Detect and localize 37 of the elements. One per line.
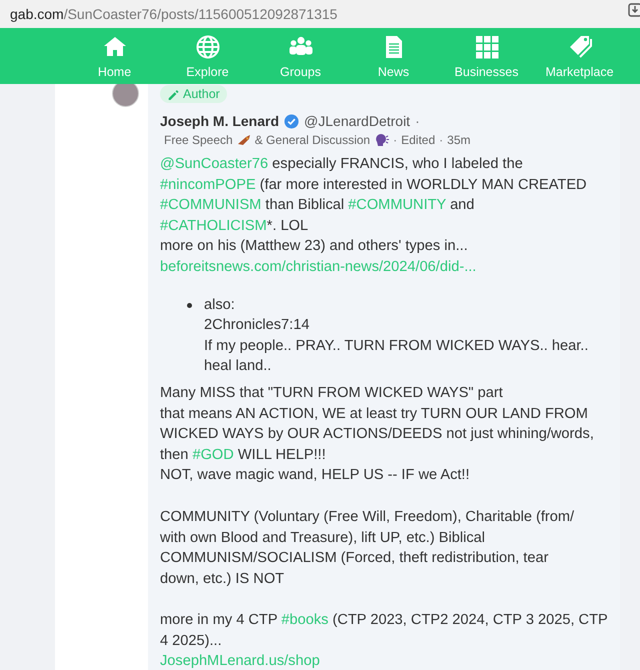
mention-link[interactable]: @SunCoaster76: [160, 156, 268, 172]
separator-dot: ·: [415, 113, 420, 129]
post-text: Many MISS that "TURN FROM WICKED WAYS" part that means AN ACTION, WE at least try TURN OUR LAND FROM WICKED WAYS by OUR ACTIONS/DEEDS not just whining/words, then #GOD WILL HELP!!! NOT, wave magic wand, HELP US -- IF we Act!!: [160, 384, 595, 486]
nav-link[interactable]: Home: [98, 64, 132, 78]
avatar: [112, 84, 139, 107]
speaking-head-icon: [374, 133, 390, 147]
list-item: also: 2Chronicles7:14 If my people.. PRAY.. TURN FROM WICKED WAYS.. hear.. heal land..: [204, 296, 588, 376]
post-text: @SunCoaster76 especially FRANCIS, who I labeled the #nincomPOPE (far more interested in WORLDLY MAN CREATED #COMMUNISM than Biblical #COMMUNITY and #CATHOLICISM*. LOL more on his (Matthew 23) and others' types in... beforeitsnews.com/christian-news/2024/06/did-...: [160, 155, 588, 277]
post-text: COMMUNITY (Voluntary (Free Will, Freedom), Charitable (from/ with own Blood and Treasure), lift UP, etc.) Biblical COMMUNISM/SOCIALISM (Forced, theft redistribution, tear down, etc.) IS NOT: [160, 508, 576, 589]
bullet-icon: [187, 302, 192, 308]
author-name[interactable]: Joseph M. Lenard: [160, 113, 280, 129]
edited-label: Edited: [401, 133, 436, 147]
url-link[interactable]: JosephMLenard.us/shop: [160, 653, 320, 670]
post-time[interactable]: 35m: [447, 133, 470, 147]
author-handle[interactable]: @JLenardDetroit: [304, 113, 410, 129]
hashtag-link[interactable]: #nincomPOPE: [160, 176, 256, 193]
separator-dot: ·: [439, 133, 444, 147]
globe-icon: [194, 34, 220, 60]
nav-link[interactable]: Marketplace: [545, 64, 614, 78]
group-name[interactable]: Free Speech: [164, 133, 233, 147]
grid-icon: [474, 34, 500, 60]
group-name[interactable]: & General Discussion: [254, 133, 370, 147]
hashtag-link[interactable]: #COMMUNISM: [160, 197, 262, 214]
pen-icon: [167, 88, 179, 100]
hashtag-link[interactable]: #books: [281, 612, 328, 628]
url-link[interactable]: beforeitsnews.com/christian-news/2024/06/did-...: [160, 258, 476, 275]
hashtag-link[interactable]: #GOD: [192, 446, 234, 463]
author-badge: Author: [160, 85, 227, 103]
post-text: more in my 4 CTP #books (CTP 2023, CTP2 2024, CTP 3 2025, CTP 4 2025)... JosephMLenard.us/shop: [160, 611, 609, 670]
hashtag-link[interactable]: #COMMUNITY: [348, 197, 446, 214]
nav-link[interactable]: News: [378, 64, 410, 78]
nav-link[interactable]: Businesses: [454, 64, 518, 78]
nav-link[interactable]: Groups: [280, 64, 321, 78]
download-icon[interactable]: [628, 3, 640, 17]
separator-dot: ·: [393, 133, 398, 147]
hashtag-link[interactable]: #CATHOLICISM: [160, 218, 267, 234]
nav-link[interactable]: Explore: [186, 64, 229, 78]
